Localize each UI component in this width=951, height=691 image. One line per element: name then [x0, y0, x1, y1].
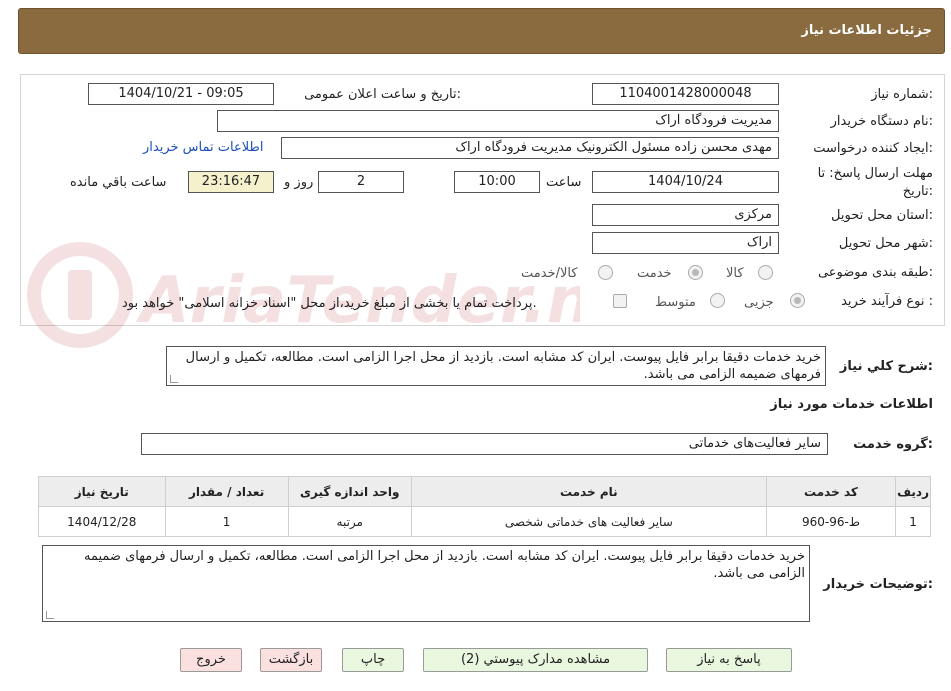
print-button[interactable]: چاپ	[342, 648, 404, 672]
need-number-field[interactable]: 1104001428000048	[592, 83, 779, 105]
description-label: شرح کلي نياز:	[839, 359, 933, 374]
cell-quantity: 1	[164, 506, 289, 537]
announce-label: تاریخ و ساعت اعلان عمومی:	[304, 87, 461, 102]
process-medium-label: متوسط	[655, 295, 696, 310]
buyer-contact-link[interactable]: اطلاعات تماس خریدار	[143, 140, 263, 155]
cell-need-date: 1404/12/28	[38, 506, 166, 537]
col-service-name: نام خدمت	[410, 476, 767, 507]
col-quantity: تعداد / مقدار	[164, 476, 289, 507]
col-service-code: کد خدمت	[765, 476, 897, 507]
category-service-label: خدمت	[637, 266, 672, 281]
creator-label: ایجاد کننده درخواست:	[813, 141, 933, 156]
description-textarea[interactable]: خرید خدمات دقیقا برابر فایل پیوست. ایران…	[166, 346, 826, 386]
announce-field[interactable]: 1404/10/21 - 09:05	[88, 83, 274, 105]
description-text: خرید خدمات دقیقا برابر فایل پیوست. ایران…	[185, 350, 821, 382]
cell-service-code: ط-96-960	[765, 506, 897, 537]
buyer-notes-textarea[interactable]: خرید خدمات دقیقا برابر فایل پیوست. ایران…	[42, 545, 810, 622]
category-goods-service-label: کالا/خدمت	[521, 266, 578, 281]
province-label: استان محل تحویل:	[831, 208, 933, 223]
cell-service-name: سایر فعالیت های خدماتی شخصی	[410, 506, 767, 537]
service-group-field[interactable]: سایر فعالیت‌های خدماتی	[141, 433, 828, 455]
buyer-org-field[interactable]: مدیریت فرودگاه اراک	[217, 110, 779, 132]
col-need-date: تاریخ نیاز	[38, 476, 166, 507]
resize-handle-icon[interactable]	[46, 611, 54, 619]
deadline-time-field[interactable]: 10:00	[454, 171, 540, 193]
resize-handle-icon[interactable]	[170, 375, 178, 383]
deadline-date-field[interactable]: 1404/10/24	[592, 171, 779, 193]
col-unit: واحد اندازه گیری	[287, 476, 412, 507]
process-label: نوع فرآیند خرید :	[841, 294, 933, 309]
back-button[interactable]: بازگشت	[260, 648, 322, 672]
deadline-label-line2: تاریخ:	[902, 184, 933, 199]
reply-button[interactable]: پاسخ به نیاز	[666, 648, 792, 672]
page-title: جزئیات اطلاعات نیاز	[801, 23, 932, 38]
services-table: ردیف کد خدمت نام خدمت واحد اندازه گیری ت…	[38, 476, 931, 537]
category-goods-service-radio[interactable]	[598, 265, 613, 280]
table-header-row: ردیف کد خدمت نام خدمت واحد اندازه گیری ت…	[38, 476, 931, 507]
process-medium-radio[interactable]	[710, 293, 725, 308]
process-minor-label: جزیی	[744, 295, 774, 310]
category-service-radio[interactable]	[688, 265, 703, 280]
page-header: جزئیات اطلاعات نیاز	[18, 8, 945, 54]
treasury-payment-note: پرداخت تمام یا بخشی از مبلغ خرید،از محل …	[122, 296, 537, 311]
remaining-label: ساعت باقي مانده	[70, 175, 167, 190]
col-row-number: ردیف	[895, 476, 931, 507]
time-label: ساعت	[546, 175, 582, 190]
service-group-label: گروه خدمت:	[853, 437, 933, 452]
buyer-org-label: نام دستگاه خریدار:	[830, 114, 933, 129]
buyer-notes-text: خرید خدمات دقیقا برابر فایل پیوست. ایران…	[83, 549, 805, 581]
cell-unit: مرتبه	[287, 506, 412, 537]
services-section-title: اطلاعات خدمات مورد نياز	[770, 397, 933, 412]
remaining-time-field: 23:16:47	[188, 171, 274, 193]
process-minor-radio[interactable]	[790, 293, 805, 308]
cell-row-number: 1	[895, 506, 931, 537]
buyer-notes-label: توضیحات خریدار:	[823, 577, 933, 592]
creator-field[interactable]: مهدی محسن زاده مسئول الکترونیک مدیریت فر…	[281, 137, 779, 159]
view-attachments-button[interactable]: مشاهده مدارک پیوستي (2)	[423, 648, 648, 672]
table-row[interactable]: 1 ط-96-960 سایر فعالیت های خدماتی شخصی م…	[38, 506, 931, 537]
deadline-label-line1: مهلت ارسال پاسخ: تا	[817, 166, 933, 181]
category-label: طبقه بندی موضوعی:	[817, 265, 933, 280]
category-goods-radio[interactable]	[758, 265, 773, 280]
province-field[interactable]: مرکزی	[592, 204, 779, 226]
exit-button[interactable]: خروج	[180, 648, 242, 672]
need-number-label: شماره نیاز:	[871, 87, 933, 102]
city-label: شهر محل تحویل:	[838, 236, 933, 251]
treasury-payment-checkbox[interactable]	[613, 294, 627, 308]
days-field[interactable]: 2	[318, 171, 404, 193]
city-field[interactable]: اراک	[592, 232, 779, 254]
days-label: روز و	[284, 175, 314, 190]
category-goods-label: کالا	[726, 266, 744, 281]
